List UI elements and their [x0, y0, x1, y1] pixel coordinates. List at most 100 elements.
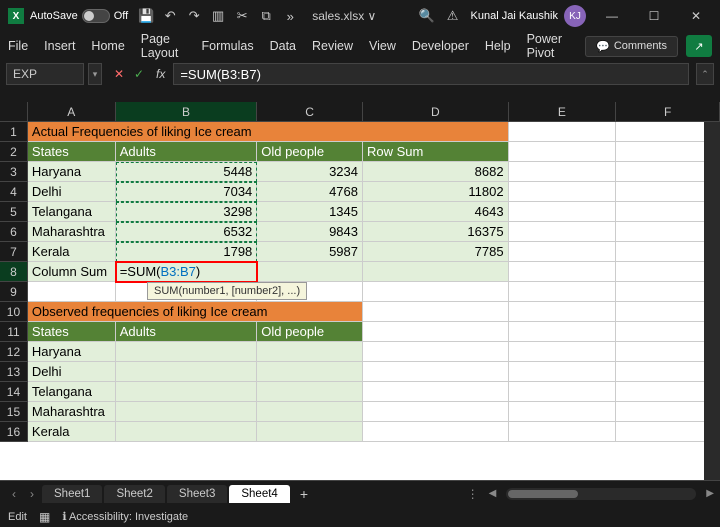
cell-a8[interactable]: Column Sum — [28, 262, 116, 282]
cell-b15[interactable] — [116, 402, 258, 422]
cell-c5[interactable]: 1345 — [257, 202, 363, 222]
cell-d10[interactable] — [363, 302, 509, 322]
cell-d8[interactable] — [363, 262, 509, 282]
sheet-tab-2[interactable]: Sheet2 — [104, 485, 164, 503]
sheet-options-icon[interactable]: ⋮ — [467, 487, 479, 501]
cell-d5[interactable]: 4643 — [363, 202, 509, 222]
cell-c1[interactable] — [257, 122, 363, 142]
cell-c15[interactable] — [257, 402, 363, 422]
cell-d1[interactable] — [363, 122, 509, 142]
cell-c11[interactable]: Old people — [257, 322, 363, 342]
select-all-corner[interactable] — [0, 102, 28, 122]
share-button[interactable]: ↗ — [686, 35, 712, 57]
cell-d11[interactable] — [363, 322, 509, 342]
cell-c8[interactable] — [257, 262, 363, 282]
cell-e8[interactable] — [509, 262, 617, 282]
maximize-button[interactable]: ☐ — [638, 2, 670, 30]
tab-data[interactable]: Data — [270, 39, 296, 53]
sheet-nav-prev[interactable]: ‹ — [6, 487, 22, 501]
cell-c2[interactable]: Old people — [257, 142, 363, 162]
cell-a14[interactable]: Telangana — [28, 382, 116, 402]
search-icon[interactable]: 🔍 — [419, 8, 435, 24]
row-header-15[interactable]: 15 — [0, 402, 28, 422]
cell-b7[interactable]: 1798 — [116, 242, 258, 262]
sheet-tab-1[interactable]: Sheet1 — [42, 485, 102, 503]
cell-e13[interactable] — [509, 362, 617, 382]
cell-a2[interactable]: States — [28, 142, 116, 162]
tab-file[interactable]: File — [8, 39, 28, 53]
cell-d13[interactable] — [363, 362, 509, 382]
cell-a4[interactable]: Delhi — [28, 182, 116, 202]
horizontal-scrollbar[interactable] — [506, 488, 696, 500]
fx-icon[interactable]: fx — [156, 67, 165, 81]
cell-d14[interactable] — [363, 382, 509, 402]
row-header-2[interactable]: 2 — [0, 142, 28, 162]
cell-e3[interactable] — [509, 162, 617, 182]
col-header-c[interactable]: C — [257, 102, 363, 122]
cell-c3[interactable]: 3234 — [257, 162, 363, 182]
row-header-5[interactable]: 5 — [0, 202, 28, 222]
name-box[interactable]: EXP — [6, 63, 84, 85]
row-header-6[interactable]: 6 — [0, 222, 28, 242]
copy-icon[interactable]: ⧉ — [258, 8, 274, 24]
cell-b3[interactable]: 5448 — [116, 162, 258, 182]
cell-e9[interactable] — [509, 282, 617, 302]
tab-view[interactable]: View — [369, 39, 396, 53]
cell-d7[interactable]: 7785 — [363, 242, 509, 262]
tab-help[interactable]: Help — [485, 39, 511, 53]
cell-c4[interactable]: 4768 — [257, 182, 363, 202]
formula-bar-expand[interactable]: ⌃ — [696, 63, 714, 85]
cell-a7[interactable]: Kerala — [28, 242, 116, 262]
tab-formulas[interactable]: Formulas — [202, 39, 254, 53]
cell-e4[interactable] — [509, 182, 617, 202]
tab-developer[interactable]: Developer — [412, 39, 469, 53]
cell-e15[interactable] — [509, 402, 617, 422]
cell-b4[interactable]: 7034 — [116, 182, 258, 202]
cut-icon[interactable]: ✂ — [234, 8, 250, 24]
tab-power-pivot[interactable]: Power Pivot — [527, 32, 570, 60]
cell-e2[interactable] — [509, 142, 617, 162]
stats-icon[interactable]: ▦ — [39, 510, 50, 524]
overflow-icon[interactable]: » — [282, 8, 298, 24]
col-header-d[interactable]: D — [363, 102, 509, 122]
accept-formula-icon[interactable]: ✓ — [130, 65, 148, 83]
cell-d12[interactable] — [363, 342, 509, 362]
tab-page-layout[interactable]: Page Layout — [141, 32, 186, 60]
cell-a3[interactable]: Haryana — [28, 162, 116, 182]
tab-review[interactable]: Review — [312, 39, 353, 53]
cell-b2[interactable]: Adults — [116, 142, 258, 162]
accessibility-status[interactable]: ℹ Accessibility: Investigate — [62, 510, 188, 523]
cell-c13[interactable] — [257, 362, 363, 382]
tab-home[interactable]: Home — [91, 39, 124, 53]
cell-c14[interactable] — [257, 382, 363, 402]
cell-a5[interactable]: Telangana — [28, 202, 116, 222]
cell-b12[interactable] — [116, 342, 258, 362]
cell-c6[interactable]: 9843 — [257, 222, 363, 242]
cell-d3[interactable]: 8682 — [363, 162, 509, 182]
sheet-tab-4[interactable]: Sheet4 — [229, 485, 289, 503]
cell-d2[interactable]: Row Sum — [363, 142, 509, 162]
undo-icon[interactable]: ↶ — [162, 8, 178, 24]
row-header-4[interactable]: 4 — [0, 182, 28, 202]
row-header-1[interactable]: 1 — [0, 122, 28, 142]
cell-c10[interactable] — [257, 302, 363, 322]
row-header-8[interactable]: 8 — [0, 262, 28, 282]
cell-b5[interactable]: 3298 — [116, 202, 258, 222]
cell-d9[interactable] — [363, 282, 509, 302]
cell-a16[interactable]: Kerala — [28, 422, 116, 442]
cell-d16[interactable] — [363, 422, 509, 442]
cell-e1[interactable] — [509, 122, 617, 142]
hscroll-left-icon[interactable]: ◀ — [489, 488, 497, 499]
cancel-formula-icon[interactable]: ✕ — [110, 65, 128, 83]
tab-insert[interactable]: Insert — [44, 39, 75, 53]
row-header-10[interactable]: 10 — [0, 302, 28, 322]
add-sheet-button[interactable]: + — [292, 486, 316, 502]
name-box-dropdown[interactable]: ▾ — [88, 63, 102, 85]
col-header-a[interactable]: A — [28, 102, 116, 122]
cell-b14[interactable] — [116, 382, 258, 402]
vertical-scrollbar[interactable] — [704, 122, 720, 480]
cell-c12[interactable] — [257, 342, 363, 362]
hscroll-right-icon[interactable]: ▶ — [706, 488, 714, 499]
row-header-3[interactable]: 3 — [0, 162, 28, 182]
save-icon[interactable]: 💾 — [138, 8, 154, 24]
